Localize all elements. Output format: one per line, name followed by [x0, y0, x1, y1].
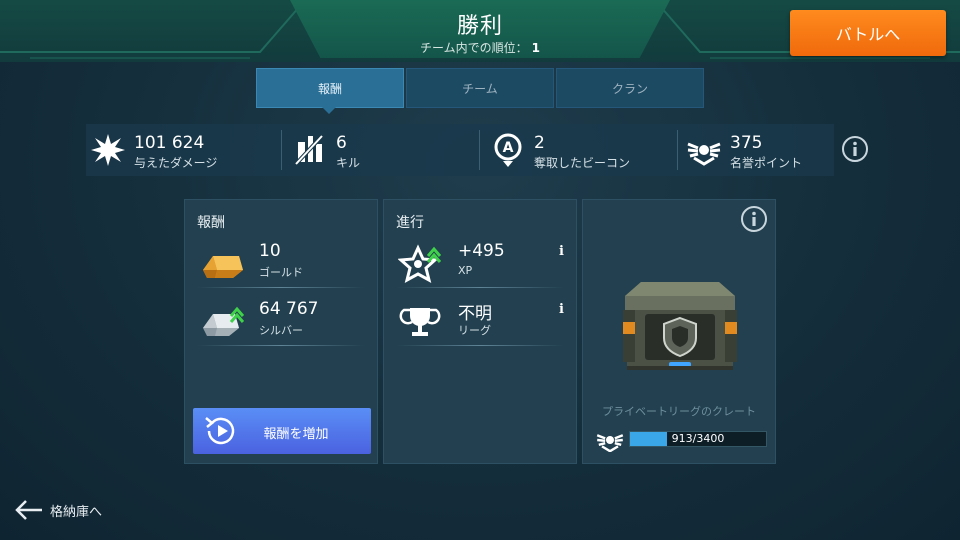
progress-xp-label: XP: [458, 264, 473, 277]
progress-league-label: リーグ: [458, 324, 491, 337]
rewards-title: 報酬: [197, 215, 225, 231]
progress-panel: 進行 +495 XP i 不明 リーグ i: [383, 199, 577, 464]
league-info-icon[interactable]: i: [559, 302, 564, 317]
team-rank-label: チーム内での順位：: [419, 41, 528, 55]
stats-info-icon[interactable]: [841, 135, 869, 163]
reward-gold: 10 ゴールド: [185, 238, 377, 288]
explosion-icon: [91, 134, 125, 166]
battle-button[interactable]: バトルへ: [790, 10, 946, 56]
row-separator: [396, 287, 564, 288]
stat-damage-label: 与えたダメージ: [134, 156, 218, 170]
increase-rewards-label: 報酬を増加: [263, 427, 329, 442]
tab-clan[interactable]: クラン: [556, 68, 704, 108]
back-label: 格納庫へ: [50, 504, 103, 520]
trophy-icon: [399, 308, 441, 336]
row-separator: [396, 345, 564, 346]
stat-honor-label: 名誉ポイント: [730, 156, 803, 170]
progress-league-value: 不明: [458, 304, 492, 324]
crate-panel: プライベートリーグのクレート 913/3400: [582, 199, 776, 464]
svg-text:A: A: [503, 140, 514, 156]
arrow-left-icon: [15, 500, 42, 520]
honor-icon: [596, 434, 624, 452]
progress-xp: +495 XP i: [384, 238, 576, 288]
stat-beacons-value: 2: [534, 133, 545, 153]
row-separator: [197, 345, 365, 346]
xp-star-icon: [398, 244, 442, 283]
reward-silver-label: シルバー: [259, 324, 303, 337]
reward-gold-label: ゴールド: [259, 266, 303, 279]
stat-kills-value: 6: [336, 133, 347, 153]
crate-progress: 913/3400: [595, 428, 769, 452]
silver-bar-icon: [203, 306, 245, 336]
stat-divider: [281, 130, 282, 170]
stat-divider: [677, 130, 678, 170]
crate-image[interactable]: [619, 278, 741, 372]
reward-gold-value: 10: [259, 241, 281, 261]
crate-info-icon[interactable]: [740, 205, 768, 233]
xp-info-icon[interactable]: i: [559, 244, 564, 259]
gold-bar-icon: [203, 256, 243, 278]
honor-icon: [687, 142, 721, 166]
crate-caption: プライベートリーグのクレート: [602, 405, 756, 418]
battle-stats-bar: 101 624 与えたダメージ 6 キル A 2 奪取したビーコン 375 名誉…: [86, 124, 868, 176]
kill-icon: [294, 134, 324, 166]
row-separator: [197, 287, 365, 288]
crate-progress-bar: 913/3400: [629, 431, 767, 447]
progress-title: 進行: [396, 215, 424, 231]
increase-rewards-button[interactable]: 報酬を増加: [193, 408, 371, 454]
stat-honor-value: 375: [730, 133, 763, 153]
progress-league: 不明 リーグ i: [384, 296, 576, 346]
tab-team[interactable]: チーム: [406, 68, 554, 108]
stat-damage-value: 101 624: [134, 133, 205, 153]
stat-kills-label: キル: [336, 156, 361, 170]
back-to-hangar[interactable]: 格納庫へ: [14, 498, 102, 522]
reward-silver: 64 767 シルバー: [185, 296, 377, 346]
stat-beacons-label: 奪取したビーコン: [534, 156, 631, 170]
stat-divider: [479, 130, 480, 170]
beacon-icon: A: [494, 133, 522, 167]
crate-progress-text: 913/3400: [671, 432, 725, 445]
reward-silver-value: 64 767: [259, 299, 319, 319]
active-tab-pointer: [322, 107, 336, 114]
progress-xp-value: +495: [458, 241, 505, 261]
tab-rewards[interactable]: 報酬: [256, 68, 404, 108]
team-rank-value: 1: [531, 41, 540, 55]
rewards-panel: 報酬 10 ゴールド 64 767 シルバー 報酬を増加: [184, 199, 378, 464]
